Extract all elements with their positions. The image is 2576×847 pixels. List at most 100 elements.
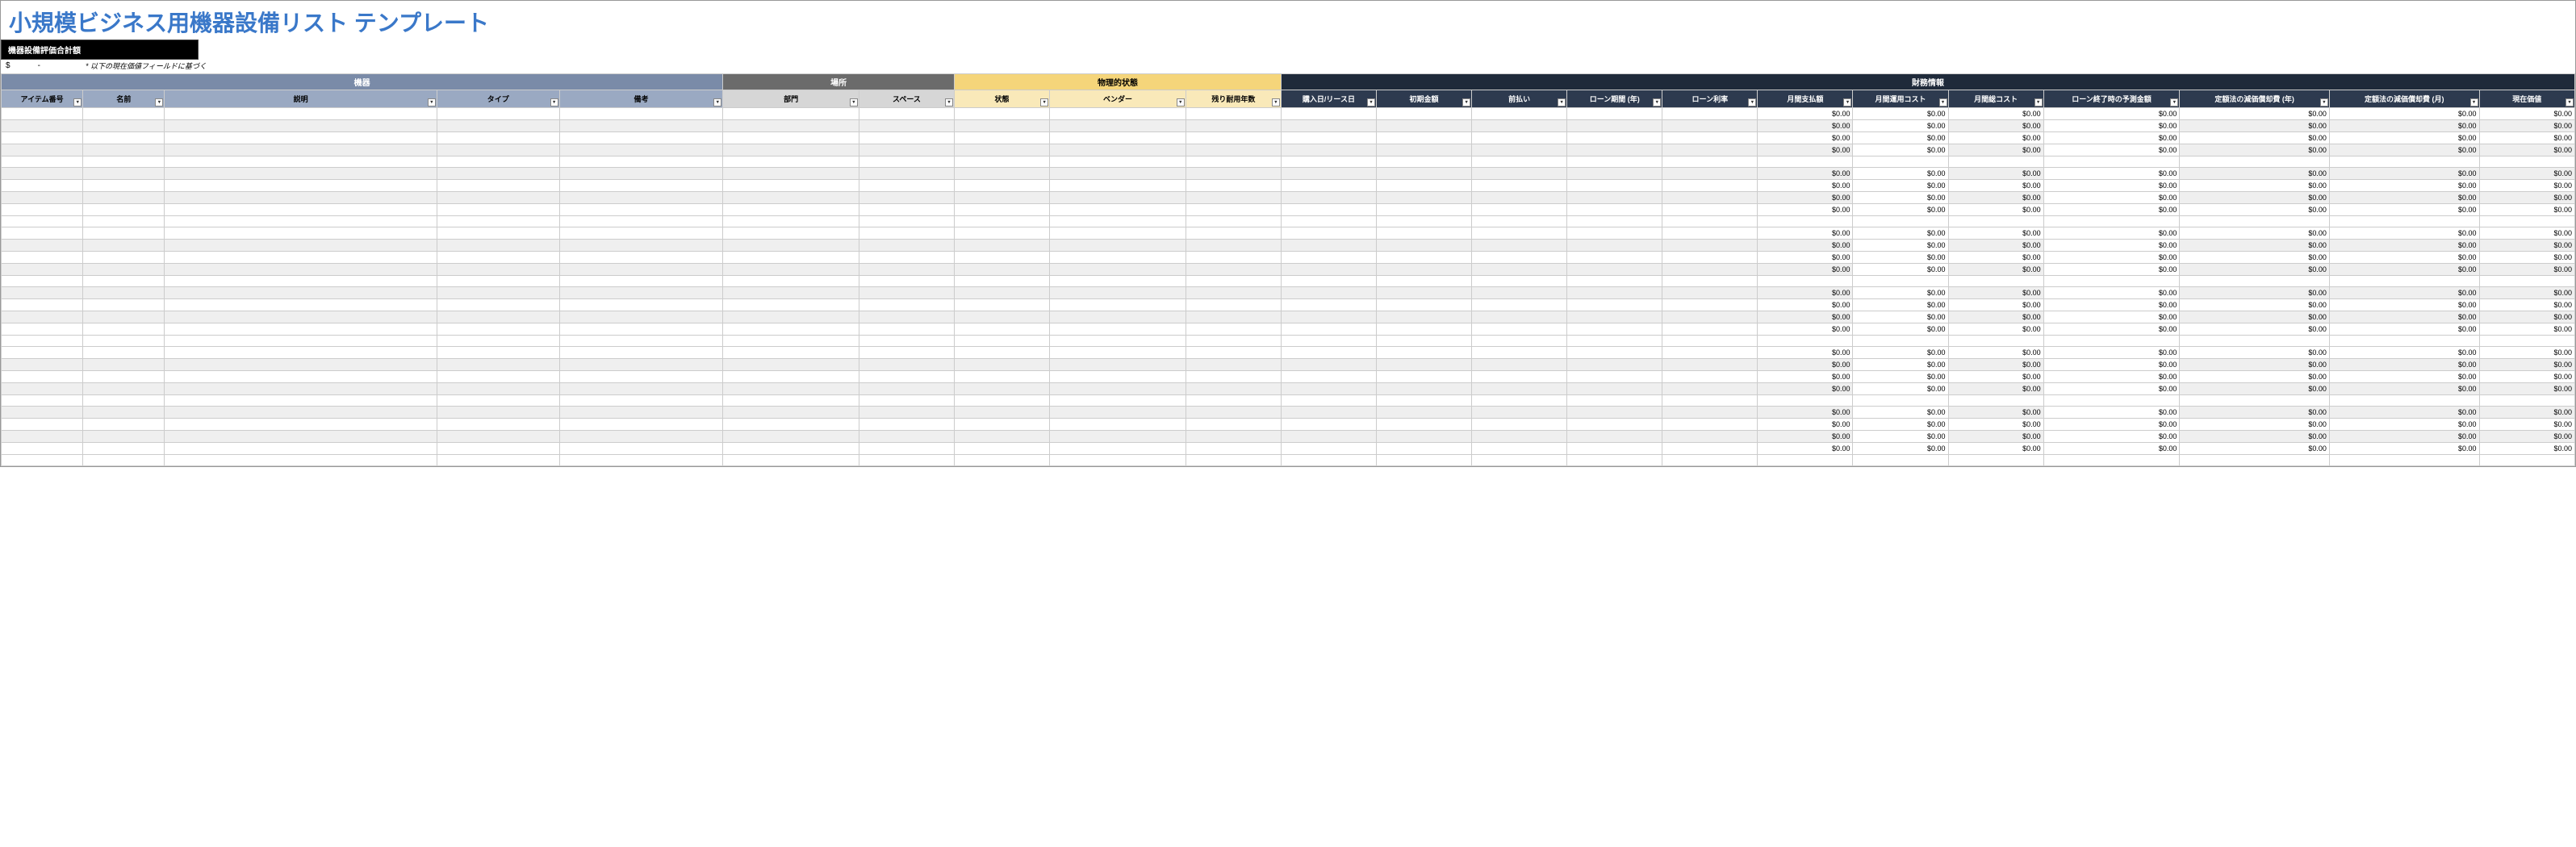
cell[interactable]: [83, 227, 165, 240]
filter-department[interactable]: ▾: [850, 98, 858, 106]
cell[interactable]: [1948, 156, 2043, 168]
cell[interactable]: [1472, 395, 1567, 407]
cell[interactable]: [1567, 240, 1662, 252]
cell[interactable]: [955, 311, 1050, 323]
cell[interactable]: [859, 323, 954, 336]
cell[interactable]: [1853, 395, 1948, 407]
cell[interactable]: $0.00: [1853, 192, 1948, 204]
cell[interactable]: [1567, 336, 1662, 347]
cell[interactable]: [165, 419, 437, 431]
cell[interactable]: [437, 216, 559, 227]
cell[interactable]: $0.00: [1758, 180, 1853, 192]
cell[interactable]: [1472, 287, 1567, 299]
cell[interactable]: [2479, 455, 2574, 466]
cell[interactable]: [165, 240, 437, 252]
cell[interactable]: [1050, 443, 1186, 455]
cell[interactable]: [1186, 204, 1281, 216]
cell[interactable]: $0.00: [2043, 264, 2180, 276]
cell[interactable]: $0.00: [1853, 407, 1948, 419]
cell[interactable]: $0.00: [2329, 371, 2479, 383]
cell[interactable]: [1377, 336, 1472, 347]
cell[interactable]: [955, 347, 1050, 359]
cell[interactable]: [1281, 240, 1376, 252]
cell[interactable]: [1662, 431, 1758, 443]
cell[interactable]: [1662, 227, 1758, 240]
cell[interactable]: $0.00: [1948, 287, 2043, 299]
cell[interactable]: [1472, 383, 1567, 395]
cell[interactable]: [1758, 216, 1853, 227]
cell[interactable]: [559, 419, 723, 431]
cell[interactable]: [1567, 443, 1662, 455]
cell[interactable]: [723, 419, 859, 431]
cell[interactable]: [723, 108, 859, 120]
cell[interactable]: [165, 120, 437, 132]
cell[interactable]: [1758, 455, 1853, 466]
cell[interactable]: $0.00: [2329, 168, 2479, 180]
cell[interactable]: [1662, 347, 1758, 359]
cell[interactable]: $0.00: [2479, 431, 2574, 443]
cell[interactable]: $0.00: [2329, 204, 2479, 216]
cell[interactable]: [559, 287, 723, 299]
cell[interactable]: [859, 419, 954, 431]
cell[interactable]: [1281, 180, 1376, 192]
cell[interactable]: [1567, 431, 1662, 443]
cell[interactable]: [1186, 276, 1281, 287]
cell[interactable]: [559, 108, 723, 120]
cell[interactable]: [955, 383, 1050, 395]
cell[interactable]: [2479, 336, 2574, 347]
cell[interactable]: $0.00: [1853, 323, 1948, 336]
cell[interactable]: [559, 180, 723, 192]
cell[interactable]: [859, 204, 954, 216]
cell[interactable]: $0.00: [2479, 227, 2574, 240]
cell[interactable]: $0.00: [2329, 132, 2479, 144]
cell[interactable]: [165, 168, 437, 180]
cell[interactable]: [1281, 299, 1376, 311]
cell[interactable]: [1050, 240, 1186, 252]
cell[interactable]: [1472, 156, 1567, 168]
cell[interactable]: $0.00: [1948, 108, 2043, 120]
cell[interactable]: [2479, 395, 2574, 407]
cell[interactable]: [1281, 383, 1376, 395]
cell[interactable]: [1662, 252, 1758, 264]
cell[interactable]: [437, 347, 559, 359]
filter-dep_year[interactable]: ▾: [2320, 98, 2328, 106]
cell[interactable]: [723, 336, 859, 347]
cell[interactable]: [1567, 276, 1662, 287]
cell[interactable]: [2043, 156, 2180, 168]
cell[interactable]: [1050, 216, 1186, 227]
cell[interactable]: [1472, 192, 1567, 204]
cell[interactable]: [83, 395, 165, 407]
cell[interactable]: [1662, 311, 1758, 323]
cell[interactable]: [1567, 419, 1662, 431]
cell[interactable]: [1662, 240, 1758, 252]
cell[interactable]: [165, 192, 437, 204]
cell[interactable]: [83, 276, 165, 287]
cell[interactable]: $0.00: [1853, 287, 1948, 299]
cell[interactable]: $0.00: [1853, 431, 1948, 443]
cell[interactable]: [2479, 216, 2574, 227]
cell[interactable]: $0.00: [2180, 120, 2330, 132]
filter-loan_end_balance[interactable]: ▾: [2170, 98, 2178, 106]
cell[interactable]: $0.00: [1853, 252, 1948, 264]
cell[interactable]: [1567, 299, 1662, 311]
cell[interactable]: [859, 144, 954, 156]
cell[interactable]: $0.00: [2329, 407, 2479, 419]
cell[interactable]: [165, 204, 437, 216]
cell[interactable]: [1186, 240, 1281, 252]
cell[interactable]: $0.00: [2180, 311, 2330, 323]
cell[interactable]: [1281, 347, 1376, 359]
cell[interactable]: $0.00: [2043, 180, 2180, 192]
cell[interactable]: [1472, 227, 1567, 240]
cell[interactable]: $0.00: [2043, 431, 2180, 443]
cell[interactable]: [1281, 371, 1376, 383]
cell[interactable]: [559, 264, 723, 276]
cell[interactable]: $0.00: [2043, 204, 2180, 216]
cell[interactable]: [1472, 431, 1567, 443]
cell[interactable]: [1186, 216, 1281, 227]
cell[interactable]: $0.00: [2043, 443, 2180, 455]
cell[interactable]: [165, 455, 437, 466]
cell[interactable]: [2, 276, 83, 287]
cell[interactable]: [165, 180, 437, 192]
cell[interactable]: [1472, 168, 1567, 180]
cell[interactable]: [1281, 227, 1376, 240]
